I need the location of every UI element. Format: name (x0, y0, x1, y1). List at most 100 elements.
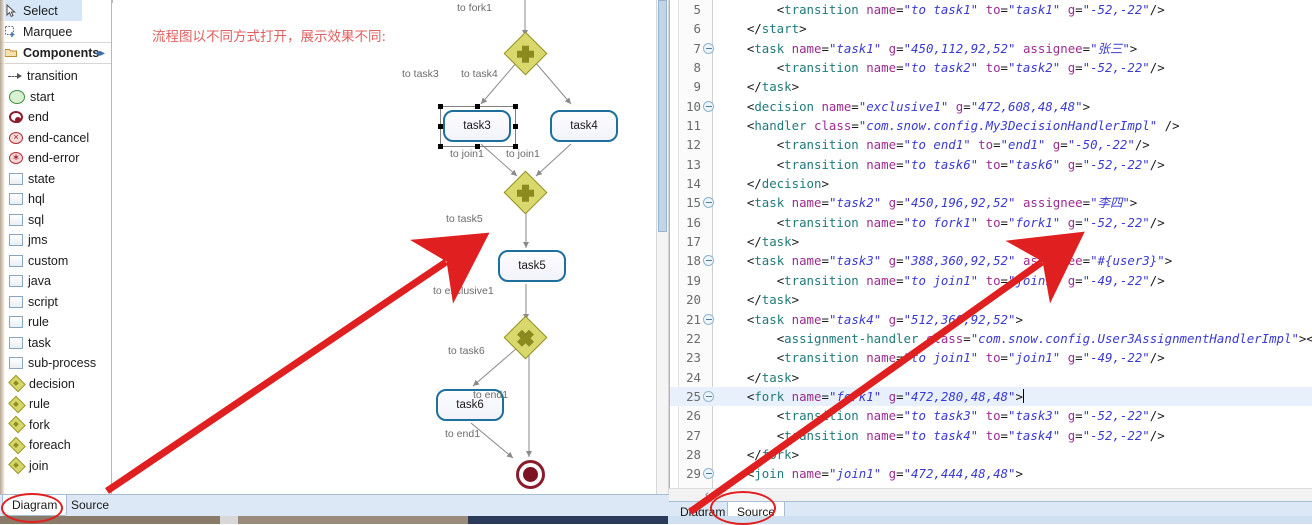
fold-toggle-icon[interactable] (703, 197, 714, 209)
palette-item-label: start (30, 89, 55, 104)
tab-source-left[interactable]: Source (62, 495, 118, 516)
code-line[interactable]: 21 <task name="task4" g="512,360,92,52"> (670, 310, 1312, 329)
code-text: <transition name="to task6" to="task6" g… (776, 156, 1165, 172)
edge-label: to fork1 (457, 2, 493, 14)
palette-item-state[interactable]: state (0, 169, 111, 190)
line-number: 21 (686, 311, 701, 327)
palette-tool-label: Select (23, 3, 58, 18)
rule-node-icon (9, 316, 23, 329)
jms-node-icon (9, 234, 23, 247)
palette-item-start[interactable]: start (0, 87, 111, 108)
diagram-node-end1[interactable] (516, 460, 545, 489)
line-number: 29 (686, 466, 701, 482)
code-line[interactable]: 24 </task> (670, 368, 1312, 387)
diagram-node-task5[interactable]: task5 (498, 250, 566, 282)
palette-item-label: sub-process (28, 356, 97, 371)
fold-toggle-icon[interactable] (703, 100, 714, 112)
code-line[interactable]: 6 </start> (670, 19, 1312, 38)
window-left-edge (0, 0, 5, 494)
palette-item-label: join (29, 458, 49, 473)
code-line[interactable]: 15 <task name="task2" g="450,196,92,52" … (670, 193, 1312, 212)
palette-item-rule[interactable]: rule (0, 312, 111, 333)
code-line[interactable]: 8 <transition name="to task2" to="task2"… (670, 58, 1312, 77)
line-number: 9 (693, 79, 701, 95)
fold-toggle-icon[interactable] (703, 468, 714, 480)
palette-item-transition[interactable]: transition (0, 66, 111, 87)
script-node-icon (9, 295, 23, 308)
node-label: task3 (463, 120, 491, 132)
code-line[interactable]: 10 <decision name="exclusive1" g="472,60… (670, 97, 1312, 116)
fold-toggle-icon[interactable] (703, 313, 714, 325)
code-line[interactable]: 18 <task name="task3" g="388,360,92,52" … (670, 251, 1312, 270)
palette-item-rule[interactable]: rule (0, 394, 111, 415)
code-line[interactable]: 12 <transition name="to end1" to="end1" … (670, 135, 1312, 154)
code-line[interactable]: 20 </task> (670, 290, 1312, 309)
code-line[interactable]: 19 <transition name="to join1" to="join1… (670, 271, 1312, 290)
palette-item-join[interactable]: join (0, 456, 111, 477)
diagram-node-task3[interactable]: task3 (443, 110, 511, 142)
palette-item-label: java (28, 274, 51, 289)
code-line[interactable]: 28 </fork> (670, 445, 1312, 464)
code-line[interactable]: 11 <handler class="com.snow.config.My3De… (670, 116, 1312, 135)
palette-item-label: end-error (28, 151, 80, 166)
code-line[interactable]: 17 </task> (670, 232, 1312, 251)
palette-panel: Select Marquee Components ◂▸ transition s… (0, 0, 112, 494)
code-line[interactable]: 9 </task> (670, 77, 1312, 96)
code-text: <task name="task4" g="512,360,92,52"> (746, 311, 1023, 327)
edge-label: to task6 (448, 345, 485, 357)
code-line[interactable]: 7 <task name="task1" g="450,112,92,52" a… (670, 39, 1312, 58)
palette-item-task[interactable]: task (0, 333, 111, 354)
palette-item-label: rule (28, 315, 49, 330)
code-text: <transition name="to task3" to="task3" g… (776, 408, 1165, 424)
palette-item-java[interactable]: java (0, 271, 111, 292)
fork-cross-icon (517, 45, 534, 62)
code-line[interactable]: 5 <transition name="to task1" to="task1"… (670, 0, 1312, 19)
code-text: <transition name="to task4" to="task4" g… (776, 427, 1165, 443)
palette-item-foreach[interactable]: foreach (0, 435, 111, 456)
diagram-canvas[interactable]: 流程图以不同方式打开，展示效果不同: task3 task4 task5 tas… (113, 0, 656, 494)
palette-group-components[interactable]: Components ◂▸ (0, 42, 111, 64)
code-text: </task> (746, 369, 800, 385)
code-line[interactable]: 14 </decision> (670, 174, 1312, 193)
collapse-icon[interactable]: ◂▸ (95, 48, 105, 59)
code-line[interactable]: 29 <join name="join1" g="472,444,48,48"> (670, 464, 1312, 483)
diagram-vertical-scrollbar[interactable] (656, 0, 669, 494)
diagram-node-task4[interactable]: task4 (550, 110, 618, 142)
palette-item-end-cancel[interactable]: × end-cancel (0, 128, 111, 149)
palette-item-hql[interactable]: hql (0, 189, 111, 210)
palette-item-jms[interactable]: jms (0, 230, 111, 251)
palette-item-decision[interactable]: decision (0, 374, 111, 395)
edge-label: to task4 (461, 68, 498, 80)
palette-tool-marquee[interactable]: Marquee (0, 21, 111, 42)
code-line[interactable]: 26 <transition name="to task3" to="task3… (670, 406, 1312, 425)
palette-item-script[interactable]: script (0, 292, 111, 313)
edge-label: to exclusive1 (433, 285, 494, 297)
palette-item-sub-process[interactable]: sub-process (0, 353, 111, 374)
line-number: 27 (686, 427, 701, 443)
palette-item-fork[interactable]: fork (0, 415, 111, 436)
palette-item-custom[interactable]: custom (0, 251, 111, 272)
editor-code-lines[interactable]: 5 <transition name="to task1" to="task1"… (670, 0, 1312, 488)
code-text: </fork> (746, 446, 800, 462)
palette-item-label: fork (29, 417, 50, 432)
scrollbar-thumb[interactable] (658, 0, 667, 232)
source-editor[interactable]: 5 <transition name="to task1" to="task1"… (669, 0, 1312, 488)
palette-item-sql[interactable]: sql (0, 210, 111, 231)
scroll-left-arrow[interactable]: ‹ (705, 489, 709, 501)
fold-toggle-icon[interactable] (703, 42, 714, 54)
fold-toggle-icon[interactable] (703, 390, 714, 402)
code-line[interactable]: 13 <transition name="to task6" to="task6… (670, 155, 1312, 174)
edge-label: to join1 (450, 148, 484, 160)
code-line[interactable]: 25 <fork name="fork1" g="472,280,48,48"> (670, 386, 1312, 407)
code-text: <task name="task2" g="450,196,92,52" ass… (746, 195, 1138, 211)
code-line[interactable]: 27 <transition name="to task4" to="task4… (670, 426, 1312, 445)
fold-toggle-icon[interactable] (703, 255, 714, 267)
hql-node-icon (9, 193, 23, 206)
palette-tool-select[interactable]: Select (0, 0, 82, 21)
code-line[interactable]: 23 <transition name="to join1" to="join1… (670, 348, 1312, 367)
code-line[interactable]: 16 <transition name="to fork1" to="fork1… (670, 213, 1312, 232)
edge-label: to end1 (445, 428, 481, 440)
code-line[interactable]: 22 <assignment-handler class="com.snow.c… (670, 329, 1312, 348)
palette-item-end[interactable]: end (0, 107, 111, 128)
palette-item-end-error[interactable]: ∗ end-error (0, 148, 111, 169)
